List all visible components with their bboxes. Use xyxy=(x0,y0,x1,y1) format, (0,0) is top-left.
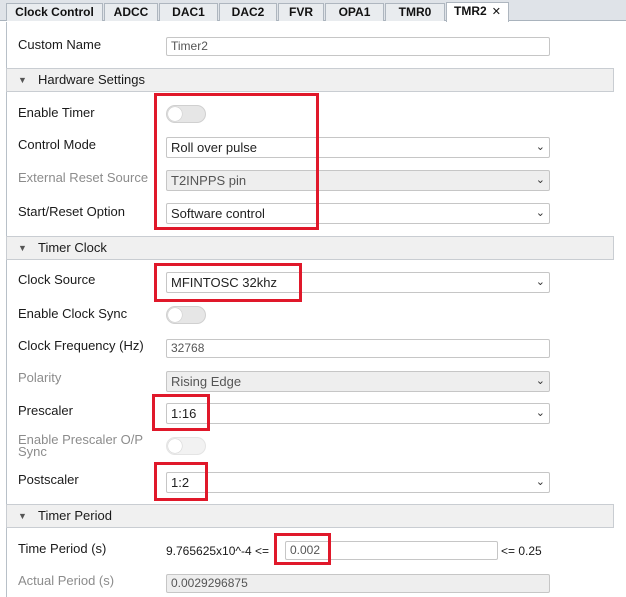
label-line: Sync xyxy=(18,444,47,459)
tab-adcc[interactable]: ADCC xyxy=(104,3,158,21)
time-period-label: Time Period (s) xyxy=(18,541,107,556)
chevron-down-icon: ⌄ xyxy=(535,207,545,219)
prescaler-select[interactable]: 1:16 ⌄ xyxy=(166,403,550,424)
tab-label: Clock Control xyxy=(15,5,94,19)
tab-label: DAC2 xyxy=(231,5,265,19)
toggle-knob xyxy=(168,439,182,453)
chevron-down-icon: ⌄ xyxy=(535,141,545,153)
actual-period-value: 0.0029296875 xyxy=(166,574,550,593)
min-operator: <= xyxy=(255,544,270,558)
close-icon[interactable]: ✕ xyxy=(492,4,501,21)
prescaler-label: Prescaler xyxy=(18,403,73,418)
highlight-box xyxy=(154,462,208,501)
section-title: Hardware Settings xyxy=(38,72,145,87)
custom-name-label: Custom Name xyxy=(18,37,102,52)
tab-label: FVR xyxy=(289,5,313,19)
time-period-max: <= 0.25 xyxy=(501,544,542,558)
polarity-select: Rising Edge ⌄ xyxy=(166,371,550,392)
highlight-box xyxy=(154,93,319,230)
enable-clock-sync-toggle[interactable] xyxy=(166,306,206,324)
tab-label: DAC1 xyxy=(172,5,205,19)
tab-dac2[interactable]: DAC2 xyxy=(219,3,277,21)
collapse-triangle-icon: ▼ xyxy=(18,75,27,85)
tab-label: OPA1 xyxy=(338,5,371,19)
highlight-box xyxy=(274,533,331,565)
control-mode-label: Control Mode xyxy=(18,137,97,152)
custom-name-input[interactable]: Timer2 xyxy=(166,37,550,56)
postscaler-select[interactable]: 1:2 ⌄ xyxy=(166,472,550,493)
toggle-knob xyxy=(168,308,182,322)
hardware-settings-header[interactable]: ▼ Hardware Settings xyxy=(6,68,614,92)
timer-clock-header[interactable]: ▼ Timer Clock xyxy=(6,236,614,260)
collapse-triangle-icon: ▼ xyxy=(18,243,27,253)
tab-clock-control[interactable]: Clock Control xyxy=(6,3,103,21)
enable-clock-sync-label: Enable Clock Sync xyxy=(18,306,128,321)
highlight-box xyxy=(154,263,302,302)
chevron-down-icon: ⌄ xyxy=(535,276,545,288)
clock-source-label: Clock Source xyxy=(18,272,96,287)
prescaler-op-sync-label: Enable Prescaler O/P Sync xyxy=(18,433,143,459)
timer-period-header[interactable]: ▼ Timer Period xyxy=(6,504,614,528)
tab-bar: Clock Control ADCC DAC1 DAC2 FVR OPA1 TM… xyxy=(0,0,626,22)
chevron-down-icon: ⌄ xyxy=(535,174,545,186)
highlight-box xyxy=(152,394,210,431)
section-title: Timer Clock xyxy=(38,240,107,255)
tab-label: TMR0 xyxy=(398,5,432,19)
chevron-down-icon: ⌄ xyxy=(535,476,545,488)
tab-label: TMR2 xyxy=(454,4,487,18)
min-value: 9.765625x10^-4 xyxy=(166,544,252,558)
clock-frequency-input[interactable]: 32768 xyxy=(166,339,550,358)
chevron-down-icon: ⌄ xyxy=(535,407,545,419)
collapse-triangle-icon: ▼ xyxy=(18,511,27,521)
tab-tmr0[interactable]: TMR0 xyxy=(385,3,445,21)
postscaler-label: Postscaler xyxy=(18,472,79,487)
tab-label: ADCC xyxy=(113,5,149,19)
tab-fvr[interactable]: FVR xyxy=(278,3,324,21)
section-title: Timer Period xyxy=(38,508,112,523)
enable-timer-label: Enable Timer xyxy=(18,105,95,120)
select-value: Rising Edge xyxy=(171,374,242,389)
tab-tmr2[interactable]: TMR2 ✕ xyxy=(446,2,509,22)
tab-opa1[interactable]: OPA1 xyxy=(325,3,384,21)
time-period-min: 9.765625x10^-4 <= xyxy=(166,544,269,558)
tab-dac1[interactable]: DAC1 xyxy=(159,3,218,21)
start-reset-label: Start/Reset Option xyxy=(18,204,125,219)
prescaler-op-sync-toggle xyxy=(166,437,206,455)
actual-period-label: Actual Period (s) xyxy=(18,573,115,588)
clock-frequency-label: Clock Frequency (Hz) xyxy=(18,338,144,353)
chevron-down-icon: ⌄ xyxy=(535,375,545,387)
polarity-label: Polarity xyxy=(18,370,62,385)
external-reset-label: External Reset Source xyxy=(18,170,149,185)
